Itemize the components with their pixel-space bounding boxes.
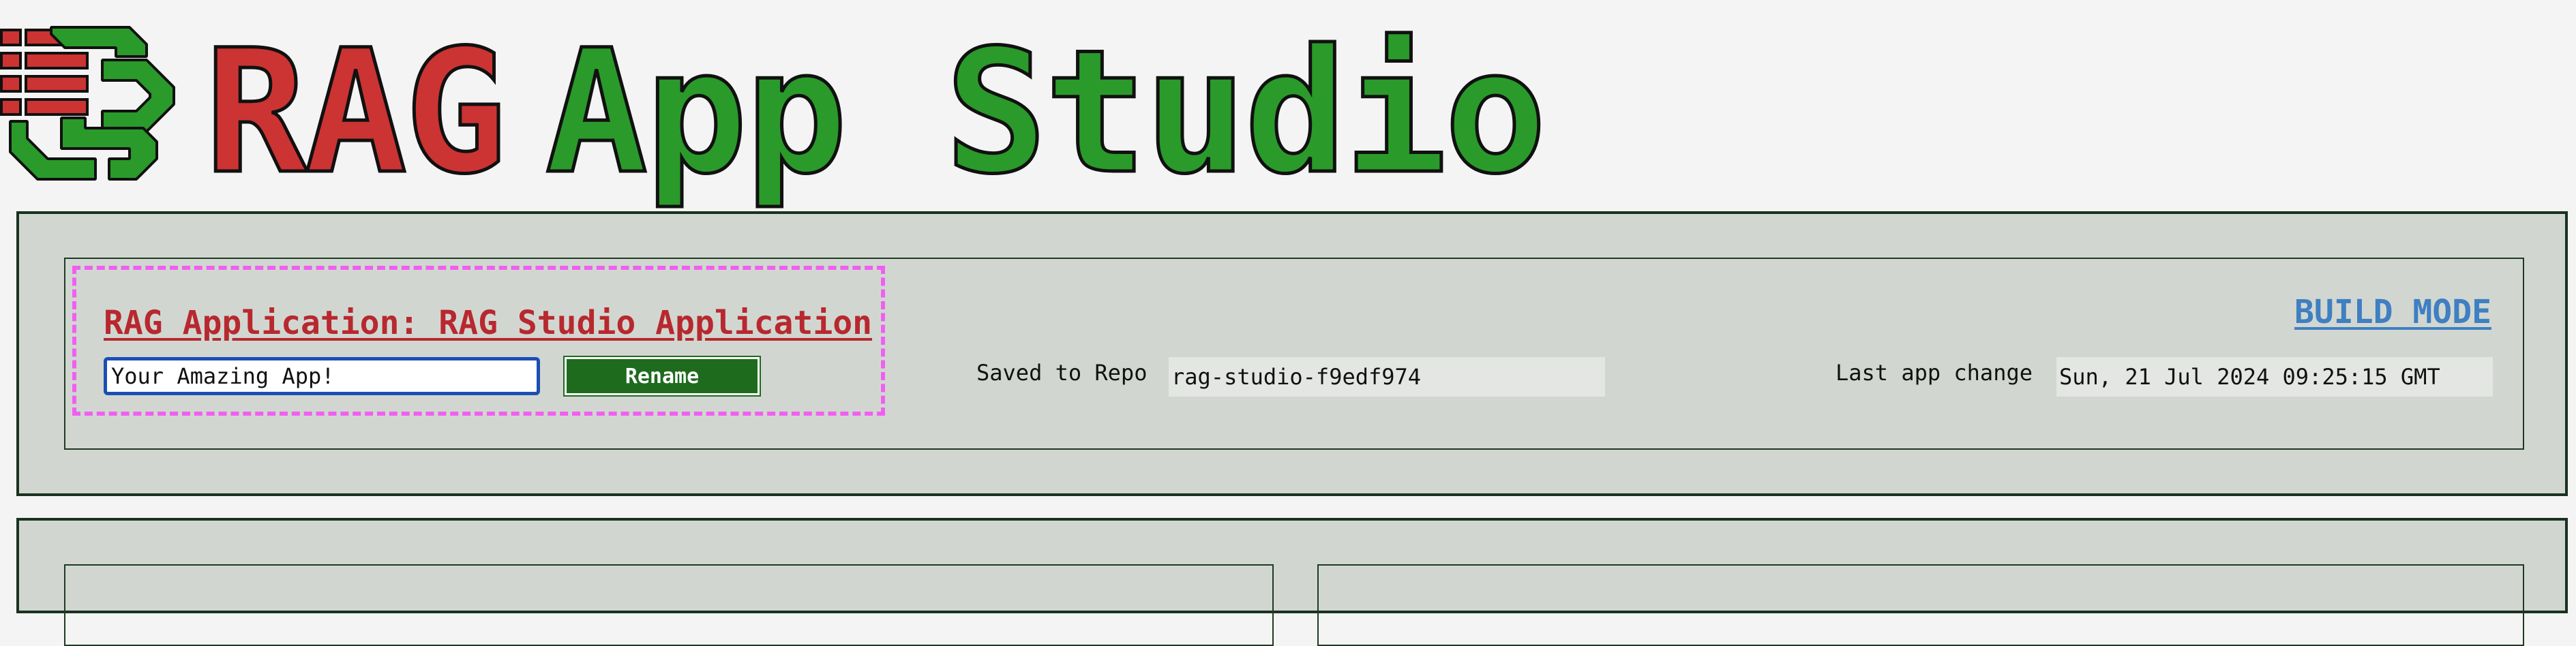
app-info-card: RAG Application: RAG Studio Application …: [64, 258, 2524, 450]
repo-name-value: rag-studio-f9edf974: [1169, 357, 1605, 397]
app-brand-title: RAG App Studio: [203, 13, 1549, 211]
app-name-input[interactable]: [104, 357, 540, 395]
saved-to-repo-label: Saved to Repo: [976, 360, 1148, 386]
app-header: RAG App Studio: [0, 0, 2576, 204]
last-app-change-value: Sun, 21 Jul 2024 09:25:15 GMT: [2056, 357, 2493, 397]
brand-word-app-studio: App Studio: [543, 13, 1548, 211]
workspace-left-card: [64, 564, 1274, 646]
build-mode-link[interactable]: BUILD MODE: [2294, 293, 2491, 331]
brand-word-rag: RAG: [203, 13, 509, 211]
app-title: RAG Application: RAG Studio Application: [104, 304, 873, 342]
rename-button[interactable]: Rename: [563, 356, 761, 397]
workspace-right-card: [1317, 564, 2524, 646]
app-name-highlight-box: RAG Application: RAG Studio Application …: [72, 266, 885, 416]
last-app-change-label: Last app change: [1836, 360, 2033, 386]
rag-network-logo-icon: [0, 26, 175, 181]
workspace-panel: [16, 518, 2568, 646]
app-info-panel: RAG Application: RAG Studio Application …: [16, 211, 2568, 496]
